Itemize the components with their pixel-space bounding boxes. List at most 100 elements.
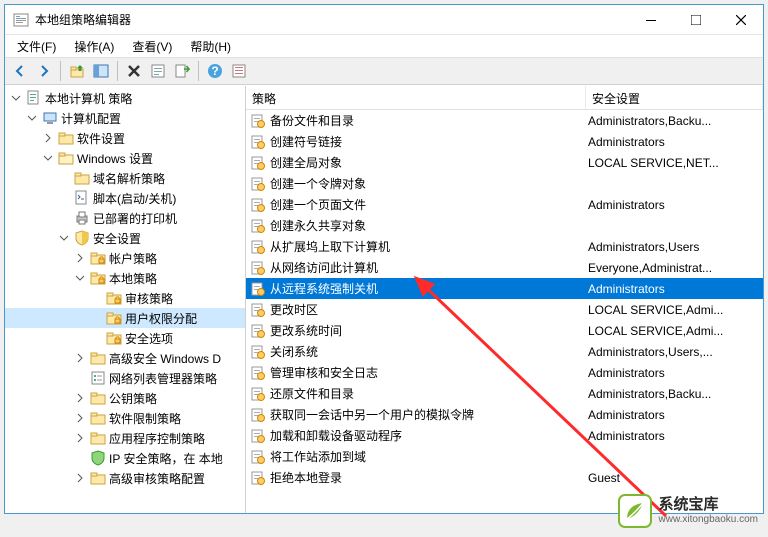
expand-toggle[interactable] <box>73 251 87 265</box>
forward-button[interactable] <box>33 60 55 82</box>
policy-row[interactable]: 创建一个令牌对象 <box>246 173 763 194</box>
policy-row[interactable]: 从网络访问此计算机Everyone,Administrat... <box>246 257 763 278</box>
policy-row[interactable]: 关闭系统Administrators,Users,... <box>246 341 763 362</box>
policy-row[interactable]: 将工作站添加到域 <box>246 446 763 467</box>
policy-name: 将工作站添加到域 <box>270 448 588 465</box>
policy-icon <box>250 386 266 402</box>
policy-row[interactable]: 管理审核和安全日志Administrators <box>246 362 763 383</box>
column-policy[interactable]: 策略 <box>246 86 586 109</box>
list-body[interactable]: 备份文件和目录Administrators,Backu...创建符号链接Admi… <box>246 110 763 513</box>
policy-icon <box>250 365 266 381</box>
policy-row[interactable]: 创建永久共享对象 <box>246 215 763 236</box>
window-title: 本地组策略编辑器 <box>35 11 628 28</box>
policy-icon <box>250 197 266 213</box>
policy-row[interactable]: 从扩展坞上取下计算机Administrators,Users <box>246 236 763 257</box>
node-label: 帐户策略 <box>109 250 157 267</box>
node-icon <box>90 430 106 446</box>
tree-computer-config[interactable]: 计算机配置 <box>5 108 245 128</box>
tree-root[interactable]: 本地计算机 策略 <box>5 88 245 108</box>
menu-action[interactable]: 操作(A) <box>66 36 122 57</box>
refresh-button[interactable] <box>228 60 250 82</box>
menu-help[interactable]: 帮助(H) <box>182 36 239 57</box>
node-label: 应用程序控制策略 <box>109 430 205 447</box>
policy-row[interactable]: 备份文件和目录Administrators,Backu... <box>246 110 763 131</box>
node-label: 本地策略 <box>109 270 157 287</box>
policy-row[interactable]: 获取同一会话中另一个用户的模拟令牌Administrators <box>246 404 763 425</box>
node-icon <box>90 270 106 286</box>
node-icon <box>58 150 74 166</box>
properties-button[interactable] <box>147 60 169 82</box>
expand-toggle[interactable] <box>73 351 87 365</box>
close-button[interactable] <box>718 5 763 34</box>
expand-toggle <box>57 171 71 185</box>
delete-button[interactable] <box>123 60 145 82</box>
maximize-button[interactable] <box>673 5 718 34</box>
tree-public-key[interactable]: 公钥策略 <box>5 388 245 408</box>
tree-account-policies[interactable]: 帐户策略 <box>5 248 245 268</box>
tree-advanced-windows[interactable]: 高级安全 Windows D <box>5 348 245 368</box>
policy-icon <box>250 449 266 465</box>
column-security-setting[interactable]: 安全设置 <box>586 86 763 109</box>
up-button[interactable] <box>66 60 88 82</box>
policy-name: 拒绝本地登录 <box>270 469 588 486</box>
menubar: 文件(F) 操作(A) 查看(V) 帮助(H) <box>5 35 763 57</box>
tree-security-options[interactable]: 安全选项 <box>5 328 245 348</box>
expand-toggle[interactable] <box>41 131 55 145</box>
show-hide-tree-button[interactable] <box>90 60 112 82</box>
tree-user-rights[interactable]: 用户权限分配 <box>5 308 245 328</box>
policy-name: 创建永久共享对象 <box>270 217 588 234</box>
node-label: 高级审核策略配置 <box>109 470 205 487</box>
node-label: 软件设置 <box>77 130 125 147</box>
tree-software-settings[interactable]: 软件设置 <box>5 128 245 148</box>
expand-toggle <box>89 311 103 325</box>
tree-deployed-printers[interactable]: 已部署的打印机 <box>5 208 245 228</box>
policy-name: 创建全局对象 <box>270 154 588 171</box>
expand-toggle[interactable] <box>41 151 55 165</box>
back-button[interactable] <box>9 60 31 82</box>
policy-row[interactable]: 创建一个页面文件Administrators <box>246 194 763 215</box>
policy-row[interactable]: 更改系统时间LOCAL SERVICE,Admi... <box>246 320 763 341</box>
tree-security-settings[interactable]: 安全设置 <box>5 228 245 248</box>
tree-local-policies[interactable]: 本地策略 <box>5 268 245 288</box>
expand-toggle[interactable] <box>57 231 71 245</box>
tree-name-resolution[interactable]: 域名解析策略 <box>5 168 245 188</box>
tree-advanced-audit[interactable]: 高级审核策略配置 <box>5 468 245 488</box>
tree-audit-policy[interactable]: 审核策略 <box>5 288 245 308</box>
expand-toggle[interactable] <box>73 391 87 405</box>
expand-toggle[interactable] <box>9 91 23 105</box>
policy-row[interactable]: 拒绝本地登录Guest <box>246 467 763 488</box>
node-label: 审核策略 <box>125 290 173 307</box>
policy-name: 还原文件和目录 <box>270 385 588 402</box>
policy-icon <box>250 344 266 360</box>
tree-windows-settings[interactable]: Windows 设置 <box>5 148 245 168</box>
help-button[interactable]: ? <box>204 60 226 82</box>
expand-toggle[interactable] <box>73 431 87 445</box>
menu-view[interactable]: 查看(V) <box>124 36 180 57</box>
policy-setting: Everyone,Administrat... <box>588 261 763 275</box>
minimize-button[interactable] <box>628 5 673 34</box>
tree-pane[interactable]: 本地计算机 策略计算机配置软件设置Windows 设置域名解析策略脚本(启动/关… <box>5 86 246 513</box>
policy-icon <box>250 302 266 318</box>
policy-row[interactable]: 创建全局对象LOCAL SERVICE,NET... <box>246 152 763 173</box>
tree-app-control[interactable]: 应用程序控制策略 <box>5 428 245 448</box>
export-button[interactable] <box>171 60 193 82</box>
menu-file[interactable]: 文件(F) <box>9 36 64 57</box>
policy-row[interactable]: 加载和卸载设备驱动程序Administrators <box>246 425 763 446</box>
policy-row[interactable]: 创建符号链接Administrators <box>246 131 763 152</box>
policy-icon <box>250 260 266 276</box>
tree-ip-security[interactable]: IP 安全策略，在 本地 <box>5 448 245 468</box>
tree-scripts[interactable]: 脚本(启动/关机) <box>5 188 245 208</box>
policy-row[interactable]: 从远程系统强制关机Administrators <box>246 278 763 299</box>
node-icon <box>90 250 106 266</box>
expand-toggle[interactable] <box>73 271 87 285</box>
policy-row[interactable]: 还原文件和目录Administrators,Backu... <box>246 383 763 404</box>
policy-row[interactable]: 更改时区LOCAL SERVICE,Admi... <box>246 299 763 320</box>
policy-setting: Administrators,Users <box>588 240 763 254</box>
policy-setting: Administrators <box>588 408 763 422</box>
watermark: 系统宝库 www.xitongbaoku.com <box>617 493 759 529</box>
tree-software-restriction[interactable]: 软件限制策略 <box>5 408 245 428</box>
expand-toggle[interactable] <box>73 471 87 485</box>
tree-network-list[interactable]: 网络列表管理器策略 <box>5 368 245 388</box>
expand-toggle[interactable] <box>25 111 39 125</box>
expand-toggle[interactable] <box>73 411 87 425</box>
